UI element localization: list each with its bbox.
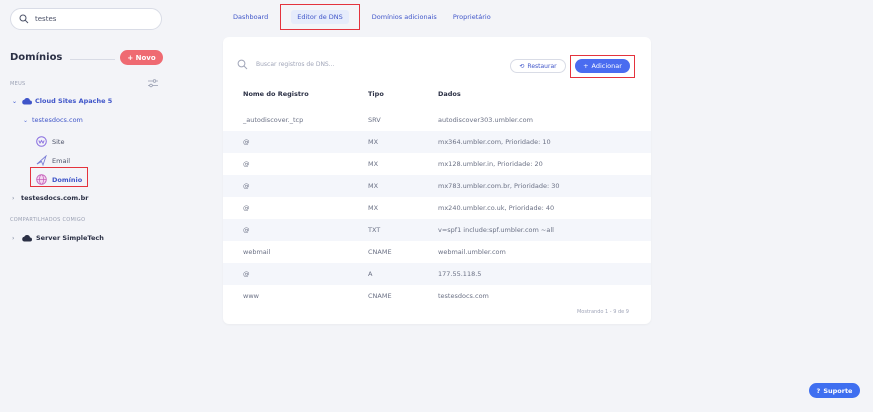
section-meus: MEUS xyxy=(10,81,26,87)
record-type: MX xyxy=(368,182,379,190)
record-name: @ xyxy=(243,204,250,212)
chevron-down-icon[interactable]: ⌄ xyxy=(12,98,21,105)
cloud-icon xyxy=(22,98,32,105)
record-type: MX xyxy=(368,160,379,168)
email-icon xyxy=(36,155,47,166)
record-type: MX xyxy=(368,204,379,212)
new-button[interactable]: + Novo xyxy=(120,50,163,65)
sidebar: testes Domínios + Novo MEUS ⌄ Cloud Site… xyxy=(0,0,177,412)
record-type: CNAME xyxy=(368,292,392,300)
record-data: autodiscover303.umbler.com xyxy=(438,116,533,124)
pagination-info: Mostrando 1 - 9 de 9 xyxy=(576,309,629,315)
record-type: CNAME xyxy=(368,248,392,256)
site-icon xyxy=(36,136,47,147)
sidebar-item-email[interactable]: Email xyxy=(36,155,70,166)
dns-card: Buscar registros de DNS... ⟲ Restaurar +… xyxy=(223,37,651,324)
search-value: testes xyxy=(35,15,57,23)
record-name: @ xyxy=(243,226,250,234)
support-label: Suporte xyxy=(823,386,853,395)
search-icon xyxy=(237,59,248,70)
table-header: Nome do Registro Tipo Dados xyxy=(223,90,651,104)
record-data: v=spf1 include:spf.umbler.com ~all xyxy=(438,226,554,234)
record-type: MX xyxy=(368,138,379,146)
record-data: mx783.umbler.com.br, Prioridade: 30 xyxy=(438,182,560,190)
tree-domain-br[interactable]: › testesdocs.com.br xyxy=(12,194,89,202)
cloud-icon xyxy=(22,235,32,242)
table-row[interactable]: @ MX mx240.umbler.co.uk, Prioridade: 40 xyxy=(223,197,651,219)
sidebar-item-dominio[interactable]: Domínio xyxy=(36,174,82,185)
record-data: mx128.umbler.in, Prioridade: 20 xyxy=(438,160,543,168)
column-header: Dados xyxy=(438,90,461,98)
tree-cloud-label: Cloud Sites Apache 5 xyxy=(35,97,113,105)
record-name: @ xyxy=(243,182,250,190)
section-shared: COMPARTILHADOS COMIGO xyxy=(10,217,86,223)
record-type: SRV xyxy=(368,116,381,124)
sidebar-item-label: Domínio xyxy=(52,175,83,184)
table-row[interactable]: @ A 177.55.118.5 xyxy=(223,263,651,285)
record-data: mx364.umbler.com, Prioridade: 10 xyxy=(438,138,551,146)
tab-dns-editor[interactable]: Editor de DNS xyxy=(280,4,360,30)
record-name: www xyxy=(243,292,259,300)
chevron-right-icon[interactable]: › xyxy=(12,195,21,202)
tree-server[interactable]: › Server SimpleTech xyxy=(12,234,104,242)
tree-domain[interactable]: ⌄ testesdocs.com xyxy=(23,116,83,124)
sidebar-item-label: Email xyxy=(52,156,71,165)
table-row[interactable]: @ MX mx364.umbler.com, Prioridade: 10 xyxy=(223,131,651,153)
sidebar-item-site[interactable]: Site xyxy=(36,136,64,147)
plus-icon: + xyxy=(583,62,589,70)
record-name: @ xyxy=(243,270,250,278)
table-row[interactable]: www CNAME testesdocs.com xyxy=(223,285,651,307)
record-data: 177.55.118.5 xyxy=(438,270,482,278)
column-header: Tipo xyxy=(368,90,384,98)
restore-icon: ⟲ xyxy=(519,62,525,70)
record-type: TXT xyxy=(368,226,381,234)
table-row[interactable]: @ TXT v=spf1 include:spf.umbler.com ~all xyxy=(223,219,651,241)
tab-additional-domains[interactable]: Domínios adicionais xyxy=(364,4,445,30)
record-name: _autodiscover._tcp xyxy=(243,116,304,124)
tree-server-label: Server SimpleTech xyxy=(36,234,104,242)
column-header: Nome do Registro xyxy=(243,90,309,98)
tab-bar: Dashboard Editor de DNS Domínios adicion… xyxy=(225,4,499,30)
sidebar-item-label: Site xyxy=(52,137,65,146)
tree-domain-label: testesdocs.com xyxy=(32,116,83,124)
table-row[interactable]: @ MX mx128.umbler.in, Prioridade: 20 xyxy=(223,153,651,175)
search-icon xyxy=(19,14,29,24)
search-input[interactable]: testes xyxy=(10,8,162,30)
dns-search-placeholder: Buscar registros de DNS... xyxy=(256,61,335,68)
restore-label: Restaurar xyxy=(527,62,557,70)
table-row[interactable]: @ MX mx783.umbler.com.br, Prioridade: 30 xyxy=(223,175,651,197)
record-name: @ xyxy=(243,160,250,168)
tab-label: Editor de DNS xyxy=(291,10,349,24)
help-icon: ? xyxy=(816,386,821,395)
tree-domain-br-label: testesdocs.com.br xyxy=(21,194,89,202)
globe-icon xyxy=(36,174,47,185)
table-row[interactable]: webmail CNAME webmail.umbler.com xyxy=(223,241,651,263)
record-type: A xyxy=(368,270,373,278)
support-button[interactable]: ? Suporte xyxy=(809,383,860,398)
chevron-right-icon[interactable]: › xyxy=(12,235,21,242)
tab-label: Dashboard xyxy=(233,13,269,21)
divider xyxy=(70,59,115,60)
dns-search-input[interactable]: Buscar registros de DNS... xyxy=(237,59,334,70)
record-name: @ xyxy=(243,138,250,146)
record-data: mx240.umbler.co.uk, Prioridade: 40 xyxy=(438,204,555,212)
record-data: webmail.umbler.com xyxy=(438,248,506,256)
table-row[interactable]: _autodiscover._tcp SRV autodiscover303.u… xyxy=(223,109,651,131)
record-data: testesdocs.com xyxy=(438,292,489,300)
add-label: Adicionar xyxy=(591,62,622,70)
tree-cloud-sites[interactable]: ⌄ Cloud Sites Apache 5 xyxy=(12,97,112,105)
domains-title: Domínios xyxy=(10,52,63,63)
tab-dashboard[interactable]: Dashboard xyxy=(225,4,276,30)
chevron-down-icon[interactable]: ⌄ xyxy=(23,117,32,124)
add-record-button[interactable]: + Adicionar xyxy=(575,59,630,73)
record-name: webmail xyxy=(243,248,271,256)
tab-owner[interactable]: Proprietário xyxy=(445,4,499,30)
filter-sliders-icon[interactable] xyxy=(148,79,158,88)
tab-label: Proprietário xyxy=(452,13,491,21)
restore-button[interactable]: ⟲ Restaurar xyxy=(510,59,566,73)
tab-label: Domínios adicionais xyxy=(371,13,437,21)
